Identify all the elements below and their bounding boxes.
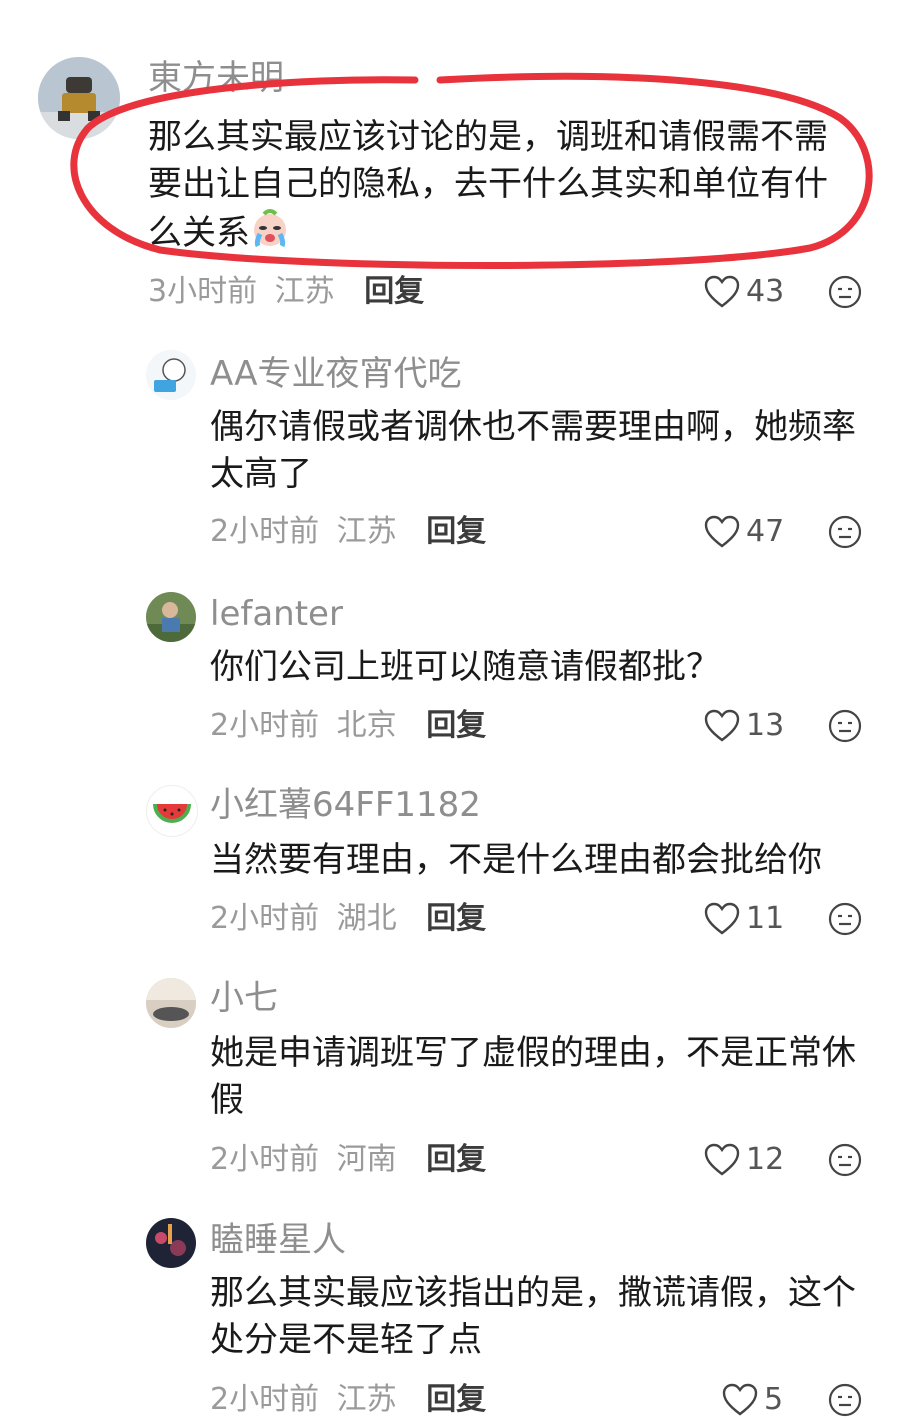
- comment-location: 湖北: [336, 901, 397, 936]
- comment-time: 2小时前: [210, 1142, 320, 1177]
- comment-username[interactable]: 小七: [210, 978, 278, 1018]
- dislike-icon[interactable]: [828, 1143, 862, 1177]
- comment-meta: 2小时前 北京 回复: [210, 706, 486, 746]
- comment-meta: 2小时前 江苏 回复: [210, 512, 486, 552]
- reply-button[interactable]: 回复: [426, 708, 486, 743]
- comment-text: 那么其实最应该讨论的是，调班和请假需不需要出让自己的隐私，去干什么其实和单位有什…: [148, 114, 860, 261]
- dislike-icon[interactable]: [828, 902, 862, 936]
- comment-text: 你们公司上班可以随意请假都批？: [210, 647, 720, 687]
- reply-button[interactable]: 回复: [426, 1142, 486, 1177]
- comment-time: 2小时前: [210, 901, 320, 936]
- heart-icon: [704, 902, 740, 935]
- comment-location: 北京: [336, 708, 397, 743]
- like-count: 47: [746, 514, 785, 549]
- comment-username[interactable]: 東方未明: [148, 58, 284, 98]
- avatar[interactable]: [146, 978, 196, 1028]
- like-button[interactable]: 43: [704, 272, 784, 312]
- like-count: 13: [746, 708, 785, 743]
- comment-meta: 2小时前 河南 回复: [210, 1140, 486, 1180]
- comment-location: 江苏: [336, 1382, 397, 1417]
- avatar[interactable]: [38, 57, 120, 139]
- like-count: 11: [746, 901, 785, 936]
- comment-time: 3小时前: [148, 274, 258, 309]
- comment-item: lefanter 你们公司上班可以随意请假都批？ 2小时前 北京 回复 13: [0, 582, 918, 762]
- crying-emoji-icon: [250, 208, 290, 261]
- heart-icon: [722, 1383, 758, 1416]
- like-button[interactable]: 13: [704, 706, 784, 746]
- reply-button[interactable]: 回复: [426, 1382, 486, 1417]
- comment-meta: 3小时前 江苏 回复: [148, 272, 424, 312]
- comment-item: 小红薯64FF1182 当然要有理由，不是什么理由都会批给你 2小时前 湖北 回…: [0, 775, 918, 955]
- comment-location: 河南: [336, 1142, 397, 1177]
- like-button[interactable]: 5: [722, 1380, 783, 1420]
- comment-username[interactable]: lefanter: [210, 594, 343, 634]
- comment-username[interactable]: 小红薯64FF1182: [210, 785, 481, 825]
- dislike-icon[interactable]: [828, 1383, 862, 1417]
- comment-time: 2小时前: [210, 1382, 320, 1417]
- like-button[interactable]: 47: [704, 512, 784, 552]
- comment-text: 她是申请调班写了虚假的理由，不是正常休假: [210, 1033, 856, 1120]
- comment-text: 当然要有理由，不是什么理由都会批给你: [210, 840, 822, 880]
- comment-item: 瞌睡星人 那么其实最应该指出的是，撒谎请假，这个处分是不是轻了点 2小时前 江苏…: [0, 1210, 918, 1417]
- avatar[interactable]: [146, 1218, 196, 1268]
- comment-username[interactable]: AA专业夜宵代吃: [210, 354, 461, 394]
- avatar[interactable]: [146, 592, 196, 642]
- like-count: 43: [746, 274, 785, 309]
- reply-button[interactable]: 回复: [364, 274, 424, 309]
- like-count: 5: [764, 1382, 784, 1417]
- dislike-icon[interactable]: [828, 275, 862, 309]
- like-button[interactable]: 12: [704, 1140, 784, 1180]
- like-count: 12: [746, 1142, 785, 1177]
- heart-icon: [704, 275, 740, 308]
- comment-item: 小七 她是申请调班写了虚假的理由，不是正常休假 2小时前 河南 回复 12: [0, 968, 918, 1198]
- comment-text: 那么其实最应该指出的是，撒谎请假，这个处分是不是轻了点: [210, 1273, 856, 1360]
- comment-text: 偶尔请假或者调休也不需要理由啊，她频率太高了: [210, 407, 856, 494]
- comment-item: 東方未明 那么其实最应该讨论的是，调班和请假需不需要出让自己的隐私，去干什么其实…: [0, 0, 918, 330]
- reply-button[interactable]: 回复: [426, 514, 486, 549]
- comment-meta: 2小时前 江苏 回复: [210, 1380, 486, 1420]
- reply-button[interactable]: 回复: [426, 901, 486, 936]
- avatar[interactable]: [146, 785, 198, 837]
- heart-icon: [704, 1143, 740, 1176]
- comment-meta: 2小时前 湖北 回复: [210, 899, 486, 939]
- like-button[interactable]: 11: [704, 899, 784, 939]
- comment-time: 2小时前: [210, 708, 320, 743]
- dislike-icon[interactable]: [828, 709, 862, 743]
- comment-username[interactable]: 瞌睡星人: [210, 1220, 346, 1260]
- comment-location: 江苏: [274, 274, 335, 309]
- comment-location: 江苏: [336, 514, 397, 549]
- heart-icon: [704, 515, 740, 548]
- heart-icon: [704, 709, 740, 742]
- dislike-icon[interactable]: [828, 515, 862, 549]
- avatar[interactable]: [146, 350, 196, 400]
- comment-time: 2小时前: [210, 514, 320, 549]
- comment-item: AA专业夜宵代吃 偶尔请假或者调休也不需要理由啊，她频率太高了 2小时前 江苏 …: [0, 340, 918, 570]
